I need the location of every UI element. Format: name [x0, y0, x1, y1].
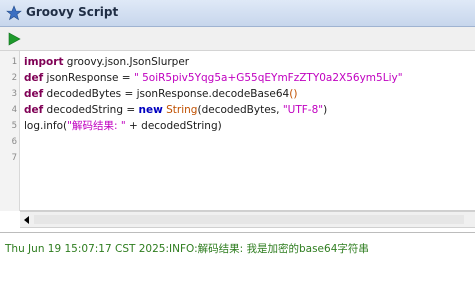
line-number: 1: [11, 57, 17, 67]
scrollbar-thumb[interactable]: [34, 215, 464, 224]
horizontal-scrollbar[interactable]: [20, 211, 475, 228]
code-token: groovy.json.JsonSlurper: [63, 56, 190, 68]
code-line: def decodedBytes = jsonResponse.decodeBa…: [24, 86, 297, 102]
star-icon: [6, 5, 22, 21]
window-title: Groovy Script: [26, 5, 119, 19]
code-token: def: [24, 72, 44, 84]
code-token: def: [24, 88, 44, 100]
title-bar: Groovy Script: [0, 0, 475, 27]
code-token: String: [166, 104, 198, 116]
code-line: import groovy.json.JsonSlurper: [24, 54, 189, 70]
code-token: decodedString =: [43, 104, 139, 116]
scroll-left-arrow-icon[interactable]: [22, 215, 32, 225]
code-line: def decodedString = new String(decodedBy…: [24, 102, 327, 118]
code-token: new: [138, 104, 163, 116]
code-token: ): [323, 104, 328, 116]
code-line: def jsonResponse = " 5oiR5piv5Yqg5a+G55q…: [24, 70, 403, 86]
code-token: " 5oiR5piv5Yqg5a+G55qEYmFzZTY0a2X56ym5Li…: [133, 72, 403, 84]
code-token: import: [24, 56, 64, 68]
code-token: (decodedBytes,: [197, 104, 283, 116]
line-number-gutter: 1 2 3 4 5 6 7: [0, 51, 20, 211]
play-icon[interactable]: [6, 31, 22, 47]
code-token: "解码结果: ": [67, 120, 126, 132]
line-number: 6: [11, 137, 17, 147]
code-token: "UTF-8": [282, 104, 324, 116]
line-number: 3: [11, 89, 17, 99]
code-token: decodedBytes = jsonResponse.decodeBase64: [43, 88, 290, 100]
code-token: log.info(: [24, 120, 68, 132]
code-token: jsonResponse =: [43, 72, 134, 84]
line-number: 5: [11, 121, 17, 131]
code-token: def: [24, 104, 44, 116]
line-number: 2: [11, 73, 17, 83]
code-editor[interactable]: 1234567 import groovy.json.JsonSlurper de…: [0, 51, 475, 211]
line-number: 7: [11, 153, 17, 163]
code-line: log.info("解码结果: " + decodedString): [24, 118, 222, 134]
code-token: + decodedString): [125, 120, 222, 132]
line-number: 4: [11, 105, 17, 115]
toolbar: [0, 27, 475, 51]
code-token: (): [289, 88, 298, 100]
log-output-panel: Thu Jun 19 15:07:17 CST 2025:INFO:解码结果: …: [0, 232, 475, 283]
log-output-text: Thu Jun 19 15:07:17 CST 2025:INFO:解码结果: …: [5, 243, 369, 255]
